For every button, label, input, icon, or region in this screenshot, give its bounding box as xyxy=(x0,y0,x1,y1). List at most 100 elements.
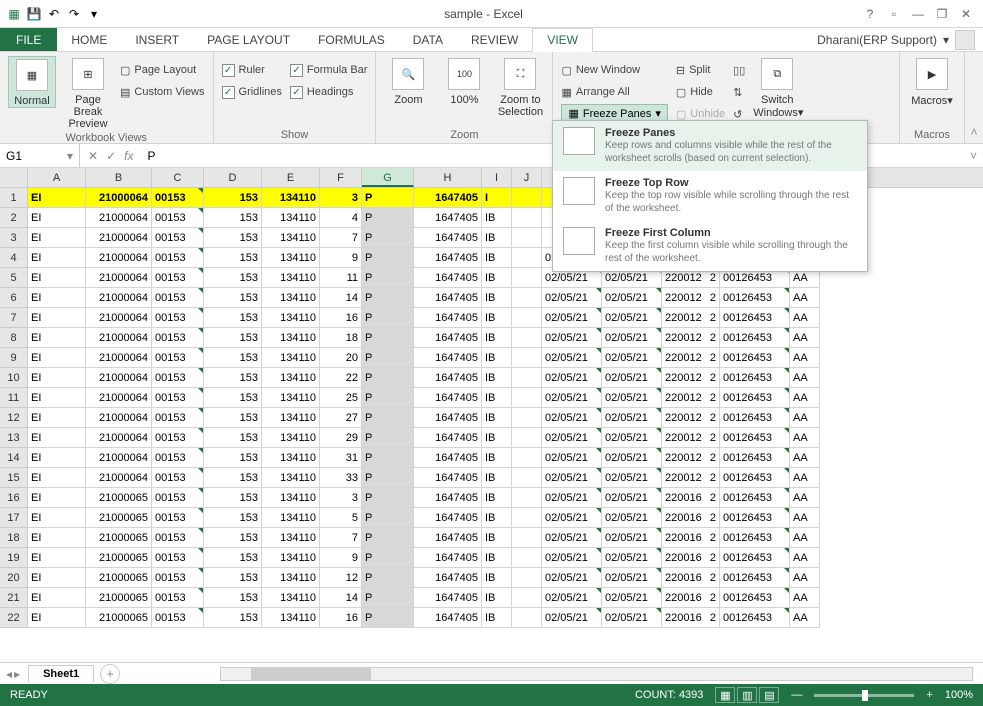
cell[interactable]: 21000064 xyxy=(86,368,152,388)
cell[interactable]: 12 xyxy=(320,568,362,588)
cell[interactable]: 2200162 xyxy=(662,588,720,608)
cell[interactable]: 1647405 xyxy=(414,328,482,348)
cell[interactable]: 00153 xyxy=(152,508,204,528)
cell[interactable]: 1647405 xyxy=(414,388,482,408)
cell[interactable]: 02/05/21 xyxy=(602,588,662,608)
cell[interactable]: 00126453 xyxy=(720,568,790,588)
normal-button[interactable]: ▦Normal xyxy=(8,56,56,108)
cell[interactable]: 00126453 xyxy=(720,348,790,368)
cell[interactable]: 14 xyxy=(320,288,362,308)
cell[interactable]: 00126453 xyxy=(720,488,790,508)
cell[interactable]: 02/05/21 xyxy=(542,288,602,308)
column-header-A[interactable]: A xyxy=(28,168,86,187)
cell[interactable]: 2200122 xyxy=(662,388,720,408)
page-layout-button[interactable]: ▢Page Layout xyxy=(120,60,205,80)
headings-checkbox[interactable]: ✓Headings xyxy=(290,82,368,102)
cell[interactable]: AA xyxy=(790,408,820,428)
collapse-ribbon-icon[interactable]: ˄ xyxy=(965,52,983,143)
cell[interactable]: 153 xyxy=(204,428,262,448)
cell[interactable]: AA xyxy=(790,608,820,628)
cell[interactable]: IB xyxy=(482,328,512,348)
cell[interactable]: 00153 xyxy=(152,568,204,588)
row-header[interactable]: 10 xyxy=(0,368,28,388)
cell[interactable]: 153 xyxy=(204,228,262,248)
cell[interactable]: 1647405 xyxy=(414,268,482,288)
cell[interactable]: 21000064 xyxy=(86,288,152,308)
cell[interactable]: I xyxy=(482,188,512,208)
cell[interactable]: 2200162 xyxy=(662,568,720,588)
cell[interactable]: AA xyxy=(790,588,820,608)
row-header[interactable]: 22 xyxy=(0,608,28,628)
cell[interactable] xyxy=(512,568,542,588)
tab-page-layout[interactable]: PAGE LAYOUT xyxy=(193,28,304,51)
ruler-checkbox[interactable]: ✓Ruler xyxy=(222,60,282,80)
cell[interactable]: 2200162 xyxy=(662,548,720,568)
cell[interactable]: P xyxy=(362,508,414,528)
excel-icon[interactable]: ▦ xyxy=(6,6,22,22)
cell[interactable] xyxy=(512,248,542,268)
freeze-panes-option[interactable]: Freeze PanesKeep rows and columns visibl… xyxy=(553,121,867,171)
cell[interactable] xyxy=(512,508,542,528)
cell[interactable] xyxy=(512,268,542,288)
cell[interactable]: IB xyxy=(482,548,512,568)
cell[interactable]: 00153 xyxy=(152,528,204,548)
cell[interactable]: 02/05/21 xyxy=(602,468,662,488)
cell[interactable]: AA xyxy=(790,488,820,508)
cell[interactable]: 1647405 xyxy=(414,308,482,328)
cell[interactable]: EI xyxy=(28,528,86,548)
row-header[interactable]: 16 xyxy=(0,488,28,508)
cell[interactable] xyxy=(512,468,542,488)
row-header[interactable]: 21 xyxy=(0,588,28,608)
scrollbar-thumb[interactable] xyxy=(251,668,371,680)
normal-view-icon[interactable]: ▦ xyxy=(715,687,735,703)
expand-formula-bar-icon[interactable]: ˅ xyxy=(964,149,983,163)
cell[interactable]: 153 xyxy=(204,248,262,268)
cell[interactable]: 00126453 xyxy=(720,588,790,608)
cell[interactable]: P xyxy=(362,388,414,408)
cell[interactable]: 3 xyxy=(320,188,362,208)
cell[interactable]: 153 xyxy=(204,368,262,388)
cell[interactable] xyxy=(512,228,542,248)
cell[interactable]: 00126453 xyxy=(720,508,790,528)
column-header-F[interactable]: F xyxy=(320,168,362,187)
cell[interactable]: EI xyxy=(28,368,86,388)
row-header[interactable]: 6 xyxy=(0,288,28,308)
cell[interactable]: 00153 xyxy=(152,388,204,408)
cell[interactable]: AA xyxy=(790,288,820,308)
cell[interactable]: 00126453 xyxy=(720,528,790,548)
cell[interactable]: 134110 xyxy=(262,488,320,508)
add-sheet-button[interactable]: + xyxy=(100,664,120,684)
cell[interactable]: 02/05/21 xyxy=(602,328,662,348)
cell[interactable]: EI xyxy=(28,488,86,508)
page-break-view-icon[interactable]: ▤ xyxy=(759,687,779,703)
cell[interactable]: 02/05/21 xyxy=(602,428,662,448)
hide-button[interactable]: ▢Hide xyxy=(676,82,725,102)
cell[interactable]: 02/05/21 xyxy=(542,348,602,368)
cell[interactable]: 134110 xyxy=(262,588,320,608)
cell[interactable]: 02/05/21 xyxy=(542,588,602,608)
cell[interactable]: 7 xyxy=(320,228,362,248)
cell[interactable]: 2200162 xyxy=(662,528,720,548)
cell[interactable]: IB xyxy=(482,428,512,448)
cell[interactable]: 00153 xyxy=(152,268,204,288)
cell[interactable]: 02/05/21 xyxy=(542,568,602,588)
cell[interactable]: 00153 xyxy=(152,488,204,508)
user-dropdown-icon[interactable]: ▾ xyxy=(943,33,949,47)
cell[interactable]: 02/05/21 xyxy=(542,368,602,388)
cell[interactable]: 153 xyxy=(204,268,262,288)
cell[interactable]: 21000065 xyxy=(86,568,152,588)
cell[interactable]: 1647405 xyxy=(414,588,482,608)
cell[interactable]: 134110 xyxy=(262,568,320,588)
cell[interactable]: 00153 xyxy=(152,428,204,448)
cell[interactable]: 134110 xyxy=(262,368,320,388)
column-header-C[interactable]: C xyxy=(152,168,204,187)
cell[interactable]: 00153 xyxy=(152,248,204,268)
row-header[interactable]: 8 xyxy=(0,328,28,348)
cell[interactable]: AA xyxy=(790,348,820,368)
cell[interactable]: 14 xyxy=(320,588,362,608)
cell[interactable]: EI xyxy=(28,608,86,628)
tab-file[interactable]: FILE xyxy=(0,28,57,51)
cell[interactable]: 02/05/21 xyxy=(542,388,602,408)
cell[interactable]: 00126453 xyxy=(720,548,790,568)
cell[interactable]: IB xyxy=(482,408,512,428)
